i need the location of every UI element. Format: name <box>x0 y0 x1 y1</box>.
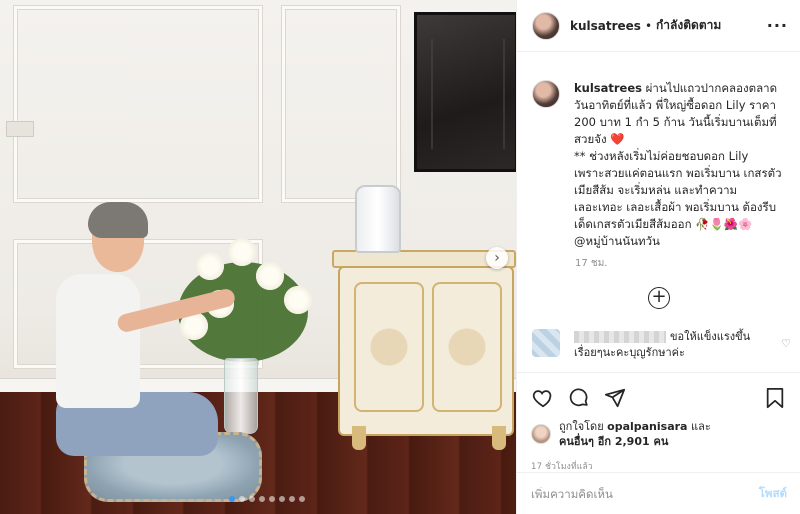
comment-bubble-icon[interactable] <box>567 386 591 410</box>
carousel-dot <box>299 496 305 502</box>
lily-flower <box>284 286 312 314</box>
commenter-name-blurred[interactable] <box>574 331 666 343</box>
glass-vase <box>224 358 258 434</box>
caption-time: 17 ชม. <box>575 258 608 269</box>
likes-summary: ถูกใจโดย opalpanisara และ คนอื่นๆ อีก 2,… <box>531 419 787 449</box>
person-shirt <box>56 274 140 408</box>
carousel-dots <box>229 496 305 502</box>
post-actions: ถูกใจโดย opalpanisara และ คนอื่นๆ อีก 2,… <box>517 372 800 473</box>
add-comment-input[interactable] <box>531 486 731 501</box>
likes-text: ถูกใจโดย opalpanisara และ คนอื่นๆ อีก 2,… <box>559 419 711 449</box>
lily-flower <box>256 262 284 290</box>
caption-avatar[interactable] <box>532 80 560 108</box>
caption-username[interactable]: kulsatrees <box>574 81 642 95</box>
comment-text: ขอให้แข็งแรงขึ้นเรื่อยๆนะคะบุญรักษาค่ะ <box>574 329 774 361</box>
like-heart-icon[interactable] <box>531 386 555 410</box>
decorative-vase <box>355 185 401 253</box>
post-comment-button[interactable]: โพสต์ <box>759 485 787 503</box>
carousel-dot <box>229 496 235 502</box>
post-sidebar: kulsatrees • กำลังติดตาม ··· kulsatrees … <box>516 0 800 514</box>
post-timestamp[interactable]: 17 ชั่วโมงที่แล้ว <box>531 459 787 473</box>
wall-panel <box>282 6 400 202</box>
carousel-dot <box>239 496 245 502</box>
caption-body: ผ่านไปแถวปากคลองตลาดวันอาทิตย์ที่แล้ว พี… <box>574 81 782 248</box>
carousel-dot <box>269 496 275 502</box>
likes-and: และ <box>690 420 711 433</box>
carousel-dot <box>249 496 255 502</box>
caption-text: kulsatrees ผ่านไปแถวปากคลองตลาดวันอาทิตย… <box>574 80 782 250</box>
likes-prefix: ถูกใจโดย <box>559 420 604 433</box>
comments-section[interactable]: kulsatrees ผ่านไปแถวปากคลองตลาดวันอาทิตย… <box>517 70 800 370</box>
liker-username[interactable]: opalpanisara <box>607 420 687 433</box>
ornate-cabinet <box>332 250 516 450</box>
post-photo[interactable]: › <box>0 0 516 514</box>
share-paper-plane-icon[interactable] <box>603 386 627 410</box>
caption-line: ** ช่วงหลังเริ่มไม่ค่อยชอบดอก Lily เพราะ… <box>574 149 782 248</box>
post-header: kulsatrees • กำลังติดตาม ··· <box>517 0 800 52</box>
carousel-dot <box>259 496 265 502</box>
bookmark-icon[interactable] <box>763 386 787 410</box>
more-options-icon[interactable]: ··· <box>767 16 788 35</box>
commenter-avatar-blurred[interactable] <box>532 329 560 357</box>
carousel-dot <box>279 496 285 502</box>
author-avatar[interactable] <box>532 11 560 40</box>
carousel-next-button[interactable]: › <box>486 247 508 269</box>
header-separator: • <box>644 18 653 33</box>
liker-avatar[interactable] <box>531 424 551 444</box>
following-button[interactable]: กำลังติดตาม <box>656 16 721 35</box>
comment-like-icon[interactable]: ♡ <box>781 337 791 350</box>
carousel-dot <box>289 496 295 502</box>
caption: kulsatrees ผ่านไปแถวปากคลองตลาดวันอาทิตย… <box>517 70 800 250</box>
person-hair <box>88 202 148 238</box>
likes-count-link[interactable]: คนอื่นๆ อีก 2,901 คน <box>559 435 668 448</box>
author-username[interactable]: kulsatrees <box>570 19 641 33</box>
lily-flower <box>196 252 224 280</box>
wall-panel <box>14 6 262 202</box>
comment-item: ขอให้แข็งแรงขึ้นเรื่อยๆนะคะบุญรักษาค่ะ ♡ <box>517 309 800 361</box>
lily-flower <box>228 238 256 266</box>
add-comment-bar: โพสต์ <box>517 472 800 514</box>
light-switch <box>6 121 34 137</box>
wall-tv <box>414 12 516 172</box>
load-more-comments-icon[interactable]: + <box>648 287 670 309</box>
